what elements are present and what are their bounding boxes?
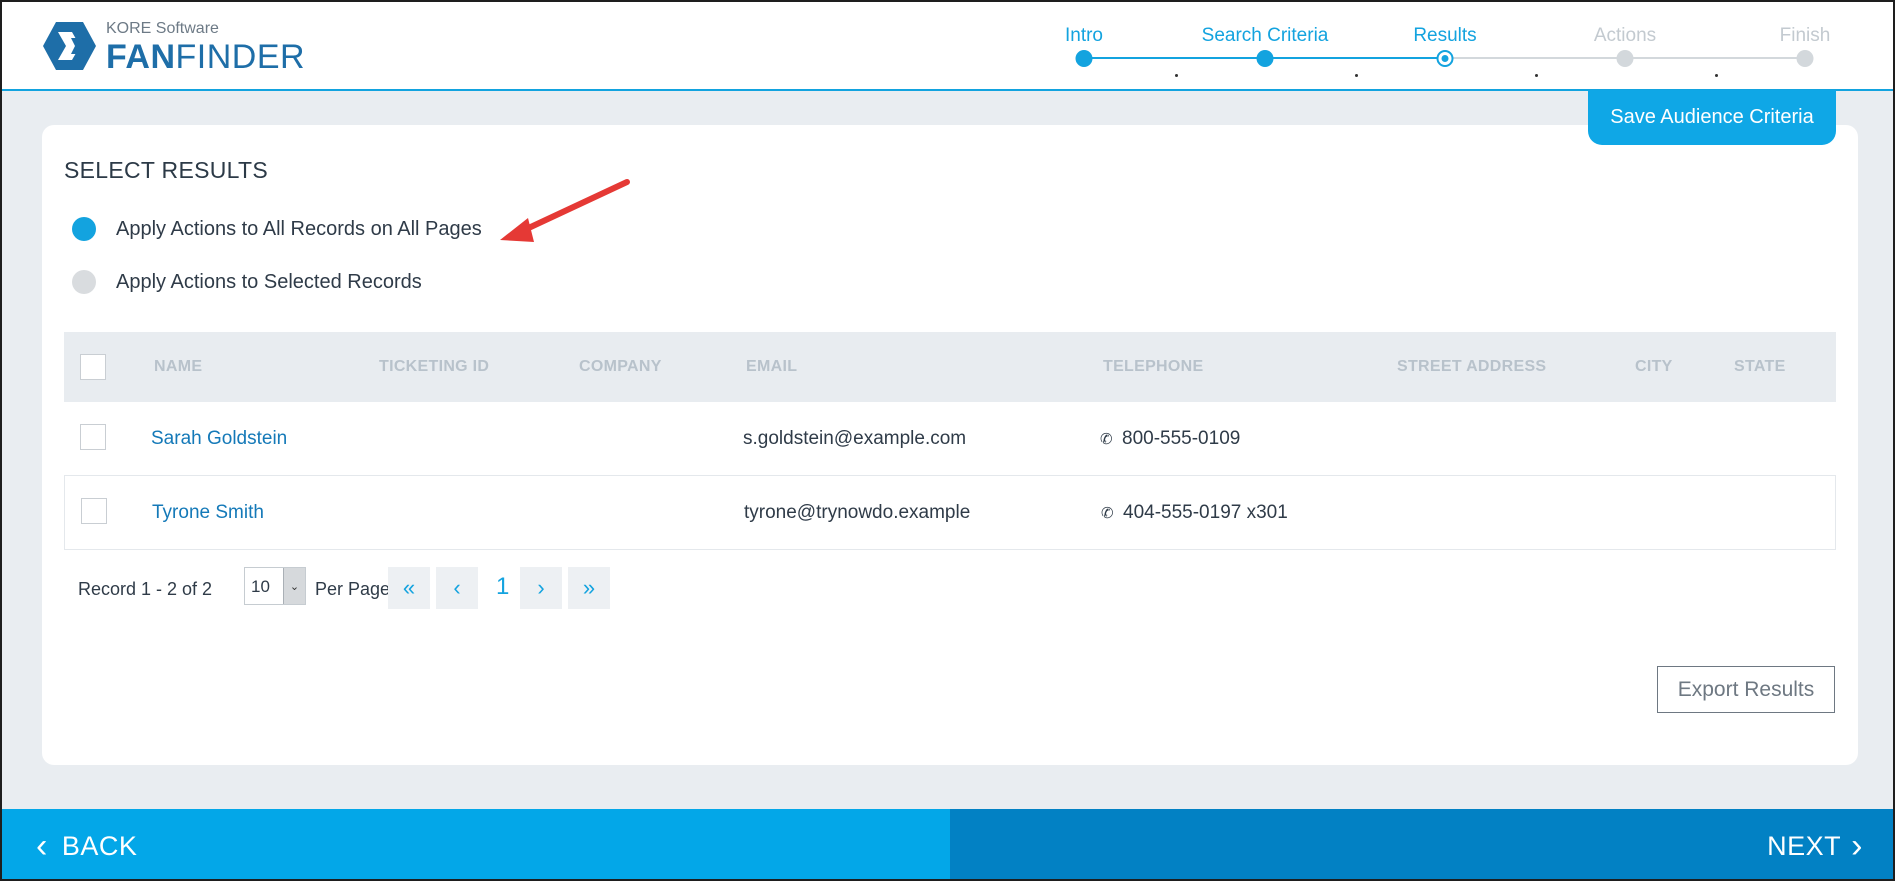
save-audience-criteria-button[interactable]: Save Audience Criteria [1588,90,1836,145]
next-button[interactable]: NEXT › [950,809,1893,879]
row-email: s.goldstein@example.com [743,428,967,449]
radio-all-records[interactable]: Apply Actions to All Records on All Page… [72,217,482,241]
per-page-value[interactable]: 10 [251,577,270,597]
back-button[interactable]: ‹ BACK [2,809,950,879]
back-button-label[interactable]: BACK [62,831,138,862]
row-telephone: ✆ 404-555-0197 x301 [1101,502,1288,524]
step-actions-dot [1616,50,1634,67]
row-telephone-value: 404-555-0197 x301 [1123,502,1288,523]
select-all-checkbox[interactable] [80,354,106,380]
radio-selected-records[interactable]: Apply Actions to Selected Records [72,270,422,294]
radio-selected-icon[interactable] [72,217,96,241]
row-checkbox[interactable] [80,424,106,450]
stepper-tick [1535,74,1538,77]
column-header-city[interactable]: CITY [1635,358,1673,376]
column-header-email[interactable]: EMAIL [746,358,797,376]
row-telephone-value: 800-555-0109 [1122,428,1241,449]
row-name-link[interactable]: Sarah Goldstein [151,428,287,450]
results-table: NAME TICKETING ID COMPANY EMAIL TELEPHON… [64,332,1836,550]
column-header-ticketing-id[interactable]: TICKETING ID [379,358,489,376]
step-results-label[interactable]: Results [1413,25,1476,47]
row-checkbox[interactable] [81,498,107,524]
table-row: Tyrone Smith tyrone@trynowdo.example ✆ 40… [64,476,1836,550]
last-page-button[interactable]: » [568,567,610,609]
step-intro-dot[interactable] [1075,50,1093,67]
step-finish-dot [1796,50,1814,67]
radio-all-records-label[interactable]: Apply Actions to All Records on All Page… [116,218,482,241]
column-header-company[interactable]: COMPANY [579,358,662,376]
previous-page-button[interactable]: ‹ [436,567,478,609]
table-row: Sarah Goldstein s.goldstein@example.com … [64,402,1836,476]
stepper-tick [1175,74,1178,77]
radio-unselected-icon[interactable] [72,270,96,294]
next-button-label[interactable]: NEXT [1767,831,1841,862]
step-actions-label: Actions [1593,25,1657,46]
stepper-tick [1715,74,1718,77]
next-page-button[interactable]: › [520,567,562,609]
phone-icon: ✆ [1100,431,1113,448]
row-name-link[interactable]: Tyrone Smith [152,502,264,524]
chevron-right-icon[interactable]: › [1851,827,1863,866]
step-search-criteria-dot[interactable] [1256,50,1274,67]
step-search-criteria-label[interactable]: Search Criteria [1202,25,1329,47]
step-intro-label[interactable]: Intro [1065,25,1103,47]
results-card: SELECT RESULTS Apply Actions to All Reco… [42,125,1858,765]
product-name: FANFINDER [106,38,305,77]
stepper-tick [1355,74,1358,77]
footer-nav: ‹ BACK NEXT › [2,809,1893,879]
chevron-down-icon[interactable]: ⌄ [283,568,305,604]
step-results-dot[interactable] [1436,50,1454,67]
row-telephone: ✆ 800-555-0109 [1100,428,1240,450]
table-header: NAME TICKETING ID COMPANY EMAIL TELEPHON… [64,332,1836,402]
company-name: KORE Software [106,20,219,37]
header: KORE Software FANFINDER Intro Search Cri… [2,2,1893,91]
row-email: tyrone@trynowdo.example [744,502,971,523]
section-title: SELECT RESULTS [64,157,269,183]
phone-icon: ✆ [1101,505,1114,522]
current-page-number[interactable]: 1 [496,573,509,601]
kore-logo-icon [43,22,96,70]
product-name-bold: FAN [106,38,176,76]
per-page-select[interactable]: 10 ⌄ [244,567,306,605]
per-page-label: Per Page [315,579,391,599]
pagination: Record 1 - 2 of 2 10 ⌄ Per Page « ‹ 1 › … [64,567,764,609]
export-results-button[interactable]: Export Results [1657,666,1835,713]
column-header-telephone[interactable]: TELEPHONE [1103,358,1204,376]
first-page-button[interactable]: « [388,567,430,609]
step-finish-label: Finish [1779,25,1831,46]
progress-stepper: Intro Search Criteria Results Actions Fi… [1062,2,1832,90]
column-header-state[interactable]: STATE [1734,358,1786,376]
column-header-street-address[interactable]: STREET ADDRESS [1397,358,1546,376]
product-name-rest: FINDER [175,38,306,76]
app-window: KORE Software FANFINDER Intro Search Cri… [0,0,1895,881]
radio-selected-records-label[interactable]: Apply Actions to Selected Records [116,271,422,294]
red-arrow-icon [500,179,630,242]
chevron-left-icon[interactable]: ‹ [36,827,48,866]
column-header-name[interactable]: NAME [154,358,202,376]
record-count: Record 1 - 2 of 2 [78,579,213,599]
